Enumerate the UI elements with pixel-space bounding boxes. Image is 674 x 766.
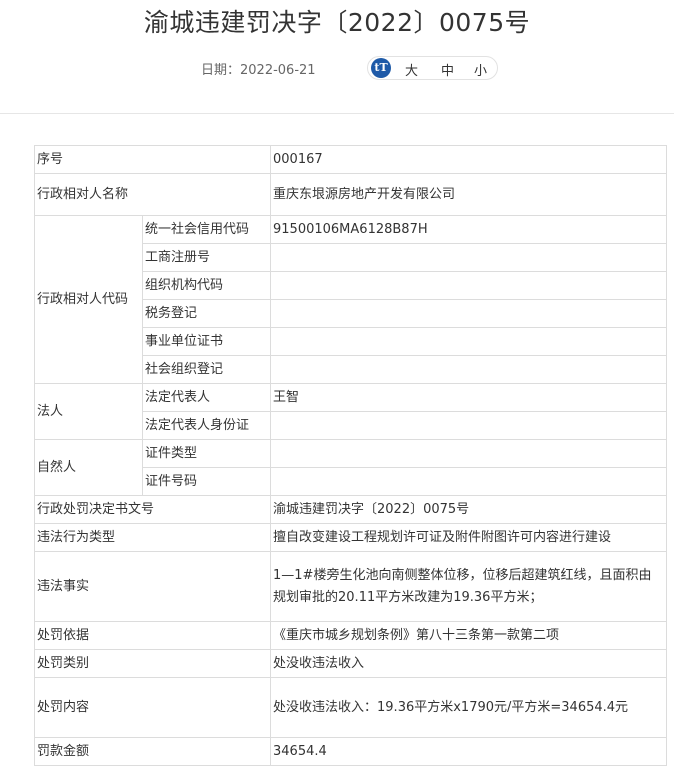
id-number-label: 证件号码	[141, 467, 272, 496]
decision-no-value: 渝城违建罚决字〔2022〕0075号	[270, 495, 668, 524]
fine-label: 罚款金额	[33, 737, 272, 766]
facts-value: 1—1#楼旁生化池向南侧整体位移，位移后超建筑红线，且面积由规划审批的20.11…	[270, 551, 668, 622]
font-medium-button[interactable]: 中	[441, 60, 454, 79]
natural-person-label: 自然人	[34, 439, 143, 496]
content-label: 处罚内容	[33, 677, 272, 738]
institution-cert-label: 事业单位证书	[141, 327, 272, 356]
date-label: 日期：	[201, 63, 241, 78]
fine-value: 34654.4	[270, 737, 668, 766]
font-size-control: tT 大 中 小	[367, 56, 498, 80]
id-type-label: 证件类型	[141, 439, 272, 468]
business-reg-label: 工商注册号	[141, 243, 272, 272]
decision-no-label: 行政处罚决定书文号	[33, 495, 272, 524]
credit-code-label: 统一社会信用代码	[141, 215, 272, 244]
social-org-value	[270, 355, 668, 384]
font-large-button[interactable]: 大	[405, 60, 418, 79]
legal-rep-label: 法定代表人	[141, 383, 272, 412]
penalty-info-table: 序号 000167 行政相对人名称 重庆东垠源房地产开发有限公司 行政相对人代码…	[33, 145, 668, 766]
legal-rep-id-value	[270, 411, 668, 440]
violation-type-value: 擅自改变建设工程规划许可证及附件附图许可内容进行建设	[270, 523, 668, 552]
institution-cert-value	[270, 327, 668, 356]
org-code-value	[270, 271, 668, 300]
font-small-button[interactable]: 小	[474, 60, 487, 79]
table-row-fine: 罚款金额 34654.4	[33, 737, 668, 766]
article-meta: 日期：2022-06-21 tT 大 中 小	[0, 56, 674, 80]
serial-value: 000167	[270, 145, 668, 174]
tax-reg-label: 税务登记	[141, 299, 272, 328]
table-row-credit-code: 行政相对人代码 统一社会信用代码 91500106MA6128B87H	[34, 215, 668, 384]
facts-label: 违法事实	[33, 551, 272, 622]
legal-person-label: 法人	[34, 383, 143, 440]
business-reg-value	[270, 243, 668, 272]
table-row-serial: 序号 000167	[33, 145, 668, 174]
basis-value: 《重庆市城乡规划条例》第八十三条第一款第二项	[270, 621, 668, 650]
basis-label: 处罚依据	[33, 621, 272, 650]
credit-code-value: 91500106MA6128B87H	[270, 215, 668, 244]
content-value: 处没收违法收入：19.36平方米x1790元/平方米=34654.4元	[270, 677, 668, 738]
id-number-value	[270, 467, 668, 496]
date-value: 2022-06-21	[240, 63, 316, 78]
legal-rep-value: 王智	[270, 383, 668, 412]
serial-label: 序号	[33, 145, 272, 174]
violation-type-label: 违法行为类型	[33, 523, 272, 552]
table-row-id-type: 自然人 证件类型	[34, 439, 668, 496]
header-divider	[0, 113, 674, 114]
publish-date: 日期：2022-06-21	[201, 59, 316, 78]
table-row-facts: 违法事实 1—1#楼旁生化池向南侧整体位移，位移后超建筑红线，且面积由规划审批的…	[33, 551, 668, 622]
party-code-label: 行政相对人代码	[34, 215, 143, 384]
table-row-basis: 处罚依据 《重庆市城乡规划条例》第八十三条第一款第二项	[33, 621, 668, 650]
org-code-label: 组织机构代码	[141, 271, 272, 300]
category-label: 处罚类别	[33, 649, 272, 678]
social-org-label: 社会组织登记	[141, 355, 272, 384]
id-type-value	[270, 439, 668, 468]
party-name-label: 行政相对人名称	[33, 173, 272, 216]
table-row-party-name: 行政相对人名称 重庆东垠源房地产开发有限公司	[33, 173, 668, 216]
page-title: 渝城违建罚决字〔2022〕0075号	[143, 8, 531, 37]
table-row-legal-rep: 法人 法定代表人 王智	[34, 383, 668, 440]
category-value: 处没收违法收入	[270, 649, 668, 678]
tax-reg-value	[270, 299, 668, 328]
legal-rep-id-label: 法定代表人身份证	[141, 411, 272, 440]
table-row-category: 处罚类别 处没收违法收入	[33, 649, 668, 678]
table-row-decision-no: 行政处罚决定书文号 渝城违建罚决字〔2022〕0075号	[33, 495, 668, 524]
font-size-icon: tT	[371, 58, 391, 78]
table-row-content: 处罚内容 处没收违法收入：19.36平方米x1790元/平方米=34654.4元	[33, 677, 668, 738]
table-row-violation-type: 违法行为类型 擅自改变建设工程规划许可证及附件附图许可内容进行建设	[33, 523, 668, 552]
party-name-value: 重庆东垠源房地产开发有限公司	[270, 173, 668, 216]
